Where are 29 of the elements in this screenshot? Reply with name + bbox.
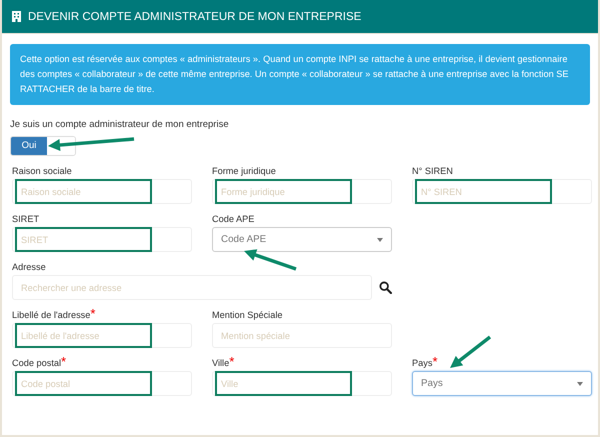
field-label: Raison sociale <box>12 166 72 176</box>
caret-icon <box>577 382 583 386</box>
toggle-switch[interactable]: Oui <box>10 136 76 156</box>
field-label: Mention Spéciale <box>212 310 282 320</box>
field-label: Pays <box>412 358 432 368</box>
select-field[interactable]: Pays <box>412 371 592 396</box>
field-label: Code postal <box>12 358 62 368</box>
field-label: Code APE <box>212 214 254 224</box>
select-field[interactable]: Code APE <box>212 227 392 252</box>
annotation-arrow <box>244 249 297 271</box>
input-field[interactable]: Rechercher une adresse <box>12 275 372 300</box>
field-label: Je suis un compte administrateur de mon entreprise <box>10 119 230 130</box>
field-label: Libellé de l'adresse <box>12 310 90 320</box>
required-mark: * <box>90 306 96 321</box>
annotation-arrow <box>450 336 492 368</box>
panel-title: DEVENIR COMPTE ADMINISTRATEUR DE MON ENTREPRISE <box>28 10 362 22</box>
field-label: SIRET <box>12 214 40 224</box>
field-label: Forme juridique <box>212 166 276 176</box>
required-mark: * <box>432 354 438 369</box>
building-icon <box>12 11 21 22</box>
field-label: Adresse <box>12 262 46 272</box>
field-label: N° SIREN <box>412 166 453 176</box>
caret-icon <box>377 238 383 242</box>
input-field[interactable]: Mention spéciale <box>212 323 392 348</box>
search-icon[interactable] <box>379 281 392 294</box>
field-label: Ville <box>212 358 230 368</box>
info-alert: Cette option est réservée aux comptes « administrateurs ». Quand un compte INPI se rattache à une entreprise, il devient gestionnaire des comptes « collaborateur » de cette même entreprise. Un compte « collaborateur » se rattache à une entreprise avec la fonction SE RATTACHER de la barre de titre. <box>10 44 590 105</box>
required-mark: * <box>229 354 234 369</box>
required-mark: * <box>61 354 66 369</box>
